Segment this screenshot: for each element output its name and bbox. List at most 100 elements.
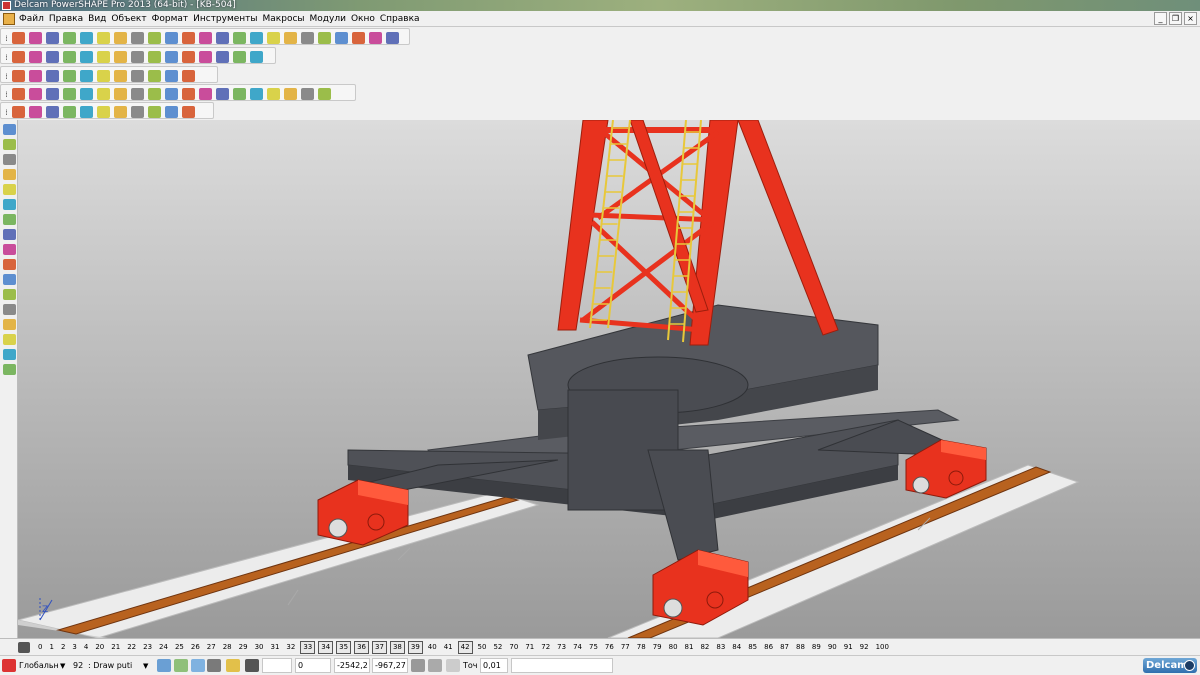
- undo-icon[interactable]: [131, 51, 144, 63]
- new-icon[interactable]: [284, 88, 297, 100]
- paste-icon[interactable]: [114, 32, 127, 44]
- zoom-icon[interactable]: [182, 32, 195, 44]
- rotate-icon[interactable]: [199, 88, 212, 100]
- level-button-39[interactable]: 39: [407, 641, 423, 654]
- new-icon[interactable]: [12, 32, 25, 44]
- level-button-3[interactable]: 3: [70, 642, 78, 653]
- redo-icon[interactable]: [148, 70, 161, 82]
- level-button-52[interactable]: 52: [491, 642, 504, 653]
- lock-icon[interactable]: [207, 659, 221, 672]
- level-button-82[interactable]: 82: [698, 642, 711, 653]
- level-button-88[interactable]: 88: [794, 642, 807, 653]
- copy-icon[interactable]: [369, 32, 382, 44]
- open-icon[interactable]: [301, 32, 314, 44]
- level-button-29[interactable]: 29: [237, 642, 250, 653]
- level-button-74[interactable]: 74: [571, 642, 584, 653]
- redo-icon[interactable]: [148, 51, 161, 63]
- view-icon[interactable]: [250, 88, 263, 100]
- open-icon[interactable]: [29, 51, 42, 63]
- copy-icon[interactable]: [97, 51, 110, 63]
- level-button-32[interactable]: 32: [284, 642, 297, 653]
- new-icon[interactable]: [12, 88, 25, 100]
- print-icon[interactable]: [63, 70, 76, 82]
- cut-icon[interactable]: [80, 32, 93, 44]
- paste-icon[interactable]: [114, 88, 127, 100]
- cut-icon[interactable]: [352, 32, 365, 44]
- level-button-100[interactable]: 100: [874, 642, 891, 653]
- cut-icon[interactable]: [80, 88, 93, 100]
- select-icon[interactable]: [165, 88, 178, 100]
- cut-icon[interactable]: [80, 106, 93, 118]
- new-icon[interactable]: [3, 289, 16, 300]
- rotate-icon[interactable]: [199, 32, 212, 44]
- cut-icon[interactable]: [80, 70, 93, 82]
- level-button-40[interactable]: 40: [426, 642, 439, 653]
- undo-icon[interactable]: [131, 70, 144, 82]
- layer-icon[interactable]: [267, 88, 280, 100]
- copy-icon[interactable]: [3, 124, 16, 135]
- level-button-31[interactable]: 31: [268, 642, 281, 653]
- menu-item-9[interactable]: Справка: [380, 11, 425, 27]
- print-icon[interactable]: [3, 334, 16, 345]
- level-button-90[interactable]: 90: [826, 642, 839, 653]
- undo-icon[interactable]: [131, 106, 144, 118]
- menu-item-6[interactable]: Макросы: [263, 11, 310, 27]
- wireframe-icon[interactable]: [233, 51, 246, 63]
- level-button-86[interactable]: 86: [762, 642, 775, 653]
- menu-item-8[interactable]: Окно: [351, 11, 380, 27]
- wireframe-icon[interactable]: [233, 88, 246, 100]
- toolbar-grip-icon[interactable]: ⁞: [3, 51, 10, 64]
- workplane-select[interactable]: Глобальн: [19, 659, 59, 673]
- level-button-92[interactable]: 92: [858, 642, 871, 653]
- copy-icon[interactable]: [97, 70, 110, 82]
- level-button-26[interactable]: 26: [189, 642, 202, 653]
- coord-y-field[interactable]: -2542,2: [334, 658, 370, 673]
- level-button-89[interactable]: 89: [810, 642, 823, 653]
- level-button-0[interactable]: 0: [36, 642, 44, 653]
- level-button-91[interactable]: 91: [842, 642, 855, 653]
- menu-item-0[interactable]: Файл: [19, 11, 49, 27]
- paste-icon[interactable]: [386, 32, 399, 44]
- select-icon[interactable]: [165, 32, 178, 44]
- level-button-21[interactable]: 21: [109, 642, 122, 653]
- redo-icon[interactable]: [3, 169, 16, 180]
- open-icon[interactable]: [29, 32, 42, 44]
- close-button[interactable]: ×: [1184, 12, 1197, 25]
- shade-icon[interactable]: [216, 32, 229, 44]
- shade-icon[interactable]: [216, 51, 229, 63]
- toolbar-grip-icon[interactable]: ⁞: [3, 88, 10, 101]
- level-button-42[interactable]: 42: [457, 641, 473, 654]
- cut-icon[interactable]: [80, 51, 93, 63]
- view-icon[interactable]: [250, 32, 263, 44]
- print-icon[interactable]: [63, 88, 76, 100]
- select-icon[interactable]: [165, 70, 178, 82]
- restore-button[interactable]: ❐: [1169, 12, 1182, 25]
- level-button-70[interactable]: 70: [507, 642, 520, 653]
- undo-icon[interactable]: [131, 32, 144, 44]
- level-button-36[interactable]: 36: [354, 641, 370, 654]
- level-button-28[interactable]: 28: [221, 642, 234, 653]
- paste-icon[interactable]: [3, 139, 16, 150]
- view-icon[interactable]: [250, 51, 263, 63]
- save-icon[interactable]: [3, 319, 16, 330]
- select-icon[interactable]: [165, 51, 178, 63]
- tolerance-field[interactable]: 0,01: [480, 658, 508, 673]
- graphics-viewport[interactable]: Z: [18, 120, 1200, 638]
- paste-icon[interactable]: [114, 51, 127, 63]
- level-button-76[interactable]: 76: [603, 642, 616, 653]
- workplane-icon[interactable]: [2, 659, 16, 672]
- level-button-84[interactable]: 84: [730, 642, 743, 653]
- coord-x-field[interactable]: 0: [295, 658, 331, 673]
- paste-icon[interactable]: [114, 106, 127, 118]
- level-button-50[interactable]: 50: [476, 642, 489, 653]
- select-icon[interactable]: [3, 184, 16, 195]
- level-button-27[interactable]: 27: [205, 642, 218, 653]
- rotate-icon[interactable]: [199, 51, 212, 63]
- level-button-87[interactable]: 87: [778, 642, 791, 653]
- print-icon[interactable]: [63, 106, 76, 118]
- workplane-tool-icon[interactable]: [191, 659, 205, 672]
- level-button-34[interactable]: 34: [318, 641, 334, 654]
- level-icon[interactable]: [18, 642, 30, 653]
- paste-icon[interactable]: [114, 70, 127, 82]
- level-button-41[interactable]: 41: [442, 642, 455, 653]
